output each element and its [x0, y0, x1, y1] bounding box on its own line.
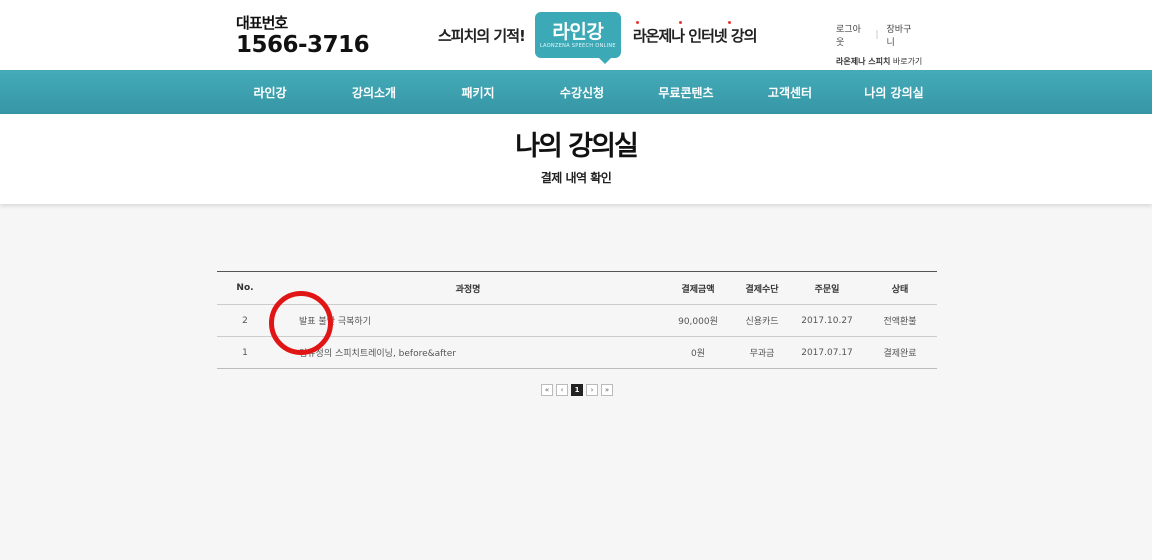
logout-link[interactable]: 로그아웃 — [836, 22, 867, 48]
speech-shortcut-link[interactable]: 라온제나 스피치 바로가기 — [836, 56, 922, 67]
row-amount: 90,000원 — [663, 304, 733, 337]
last-page-button[interactable]: » — [601, 384, 613, 396]
phone-block: 대표번호 1566-3716 — [236, 14, 370, 58]
cart-link[interactable]: 장바구니 — [887, 22, 918, 48]
row-no: 2 — [217, 304, 273, 337]
accent-dot-icon — [727, 20, 731, 24]
pagination: « ‹ 1 › » — [541, 384, 613, 396]
table-row: 2 발표 불안 극복하기 90,000원 신용카드 2017.10.27 전액환… — [217, 304, 937, 337]
logo-subtext: LAONZENA SPEECH ONLINE — [539, 42, 616, 49]
nav-item-support[interactable]: 고객센터 — [738, 70, 842, 114]
tagline-right: 라온제나 인터넷 강의 — [632, 20, 758, 46]
tagline-right-text: 라온제나 인터넷 강의 — [632, 26, 758, 45]
accent-dot-icon — [635, 20, 639, 24]
title-band: 나의 강의실 결제 내역 확인 — [0, 114, 1152, 204]
row-status: 전액환불 — [863, 304, 937, 337]
logo-text: 라인강 — [552, 20, 604, 43]
row-date: 2017.10.27 — [791, 304, 863, 337]
shortcut-brand: 라온제나 스피치 — [836, 57, 891, 66]
page-title: 나의 강의실 — [515, 131, 639, 162]
header: 대표번호 1566-3716 스피치의 기적! 라인강 LAONZENA SPE… — [0, 0, 1152, 70]
site-logo[interactable]: 라인강 LAONZENA SPEECH ONLINE — [534, 12, 621, 64]
col-method: 결제수단 — [733, 271, 791, 305]
next-page-button[interactable]: › — [586, 384, 598, 396]
table-row: 1 임유정의 스피치트레이닝, before&after 0원 무과금 2017… — [217, 336, 937, 369]
page-subtitle: 결제 내역 확인 — [540, 171, 612, 185]
col-course: 과정명 — [273, 271, 663, 305]
row-date: 2017.07.17 — [791, 336, 863, 369]
nav-item-about[interactable]: 강의소개 — [322, 70, 426, 114]
main-nav: 라인강 강의소개 패키지 수강신청 무료콘텐츠 고객센터 나의 강의실 — [0, 70, 1152, 114]
row-course-link[interactable]: 임유정의 스피치트레이닝, before&after — [273, 336, 663, 369]
nav-item-home[interactable]: 라인강 — [218, 70, 322, 114]
accent-dot-icon — [678, 20, 682, 24]
row-course-link[interactable]: 발표 불안 극복하기 — [273, 304, 663, 337]
logo-area[interactable]: 스피치의 기적! 라인강 LAONZENA SPEECH ONLINE 라온제나… — [438, 12, 758, 64]
shortcut-suffix: 바로가기 — [890, 57, 923, 66]
divider: | — [875, 30, 879, 40]
nav-item-free-content[interactable]: 무료콘텐츠 — [634, 70, 738, 114]
phone-label: 대표번호 — [236, 14, 288, 32]
col-no: No. — [217, 271, 273, 305]
nav-item-my-classroom[interactable]: 나의 강의실 — [842, 70, 946, 114]
row-amount: 0원 — [663, 336, 733, 369]
content-area: No. 과정명 결제금액 결제수단 주문일 상태 2 발표 불안 극복하기 90… — [0, 204, 1152, 560]
col-amount: 결제금액 — [663, 271, 733, 305]
current-page-button[interactable]: 1 — [571, 384, 583, 396]
prev-page-button[interactable]: ‹ — [556, 384, 568, 396]
nav-item-package[interactable]: 패키지 — [426, 70, 530, 114]
row-status: 결제완료 — [863, 336, 937, 369]
table-header-row: No. 과정명 결제금액 결제수단 주문일 상태 — [217, 271, 937, 305]
tagline-left: 스피치의 기적! — [438, 26, 526, 45]
first-page-button[interactable]: « — [541, 384, 553, 396]
col-date: 주문일 — [791, 271, 863, 305]
row-method: 신용카드 — [733, 304, 791, 337]
col-status: 상태 — [863, 271, 937, 305]
row-method: 무과금 — [733, 336, 791, 369]
payment-history-table: No. 과정명 결제금액 결제수단 주문일 상태 2 발표 불안 극복하기 90… — [217, 271, 937, 369]
nav-item-enroll[interactable]: 수강신청 — [530, 70, 634, 114]
row-no: 1 — [217, 336, 273, 369]
utility-links: 로그아웃 | 장바구니 라온제나 스피치 바로가기 — [836, 22, 922, 67]
phone-number: 1566-3716 — [236, 32, 370, 58]
